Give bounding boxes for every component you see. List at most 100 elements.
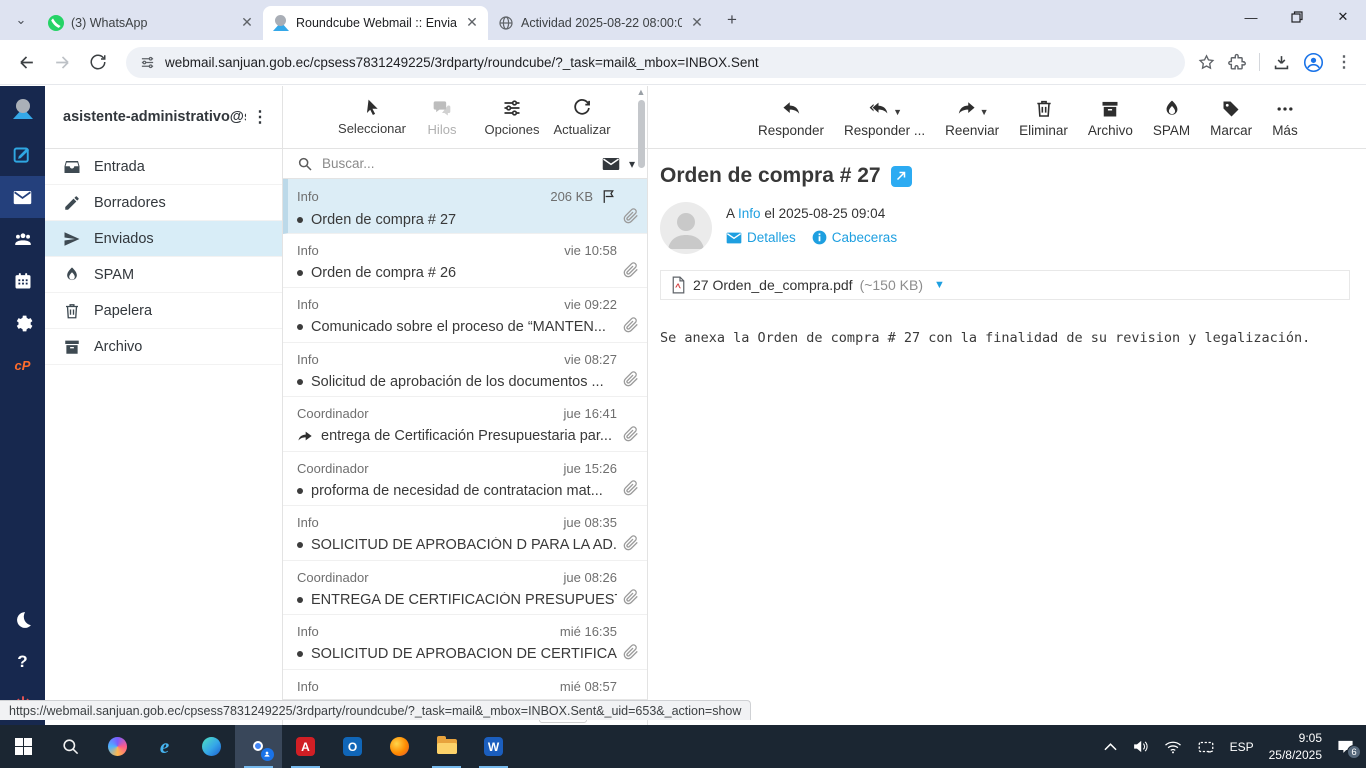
message-list-item[interactable]: Info 206 KB Orden de compra # 27 <box>283 179 647 234</box>
tab-search-button[interactable]: ⌄ <box>8 7 34 33</box>
list-scrollbar[interactable]: ▲ ▼ <box>636 87 646 724</box>
minimize-button[interactable]: — <box>1228 0 1274 34</box>
message-list-item[interactable]: Info jue 08:35 SOLICITUD DE APROBACIÓN D… <box>283 506 647 561</box>
firefox-button[interactable] <box>376 725 423 768</box>
calendar-icon[interactable] <box>0 260 45 302</box>
delete-button[interactable]: Eliminar <box>1009 97 1078 138</box>
folder-enviados[interactable]: Enviados <box>45 221 282 257</box>
open-in-new-window-icon[interactable] <box>890 165 912 187</box>
folder-borradores[interactable]: Borradores <box>45 185 282 221</box>
reply-all-button[interactable]: ▼ Responder ... <box>834 97 935 138</box>
attachment-dropdown-icon[interactable]: ▼ <box>934 279 945 291</box>
notification-center-button[interactable]: 6 <box>1337 739 1361 759</box>
tab-whatsapp[interactable]: (3) WhatsApp ✕ <box>38 6 263 40</box>
message-list-item[interactable]: Info vie 09:22 Comunicado sobre el proce… <box>283 288 647 343</box>
tab-close-icon[interactable]: ✕ <box>689 15 705 31</box>
compose-icon[interactable] <box>0 134 45 176</box>
recipient-link[interactable]: Info <box>738 206 761 221</box>
new-tab-button[interactable]: + <box>719 7 745 33</box>
select-button[interactable]: Seleccionar <box>338 98 406 136</box>
bookmark-star-icon[interactable] <box>1197 53 1216 72</box>
tab-close-icon[interactable]: ✕ <box>464 15 480 31</box>
language-indicator[interactable]: ESP <box>1230 740 1254 754</box>
message-list-item[interactable]: Info vie 08:27 Solicitud de aprobación d… <box>283 343 647 397</box>
file-explorer-button[interactable] <box>423 725 470 768</box>
scrollbar-thumb[interactable] <box>637 100 645 168</box>
scope-envelope-icon[interactable] <box>602 157 620 171</box>
help-icon[interactable]: ? <box>0 641 45 683</box>
volume-icon[interactable] <box>1132 739 1149 754</box>
refresh-button[interactable]: Actualizar <box>549 98 615 137</box>
cast-display-icon[interactable] <box>1197 740 1215 754</box>
attachment-row[interactable]: 27 Orden_de_compra.pdf (~150 KB) ▼ <box>660 270 1350 300</box>
downloads-icon[interactable] <box>1272 53 1291 72</box>
details-link[interactable]: Detalles <box>726 230 796 245</box>
message-list-item[interactable]: Coordinador jue 16:41 entrega de Certifi… <box>283 397 647 452</box>
outlook-button[interactable]: O <box>329 725 376 768</box>
search-input[interactable] <box>322 156 593 171</box>
roundcube-logo-icon[interactable] <box>0 86 45 134</box>
internet-explorer-button[interactable]: e <box>141 725 188 768</box>
search-bar: ▾ <box>283 149 647 179</box>
mail-icon[interactable] <box>0 176 45 218</box>
word-button[interactable]: W <box>470 725 517 768</box>
settings-gear-icon[interactable] <box>0 302 45 344</box>
edge-button[interactable] <box>188 725 235 768</box>
unread-dot-icon <box>297 324 303 330</box>
tab-roundcube[interactable]: Roundcube Webmail :: Enviados ✕ <box>263 6 488 40</box>
headers-link[interactable]: Cabeceras <box>812 230 897 245</box>
search-options-chevron-icon[interactable]: ▾ <box>629 157 635 171</box>
reply-all-dropdown-icon[interactable]: ▼ <box>893 107 902 117</box>
copilot-button[interactable] <box>94 725 141 768</box>
spam-button[interactable]: SPAM <box>1143 97 1200 138</box>
forward-button[interactable]: ▼ Reenviar <box>935 97 1009 138</box>
site-settings-icon[interactable] <box>140 55 155 70</box>
chrome-button[interactable] <box>235 725 282 768</box>
dark-mode-moon-icon[interactable] <box>0 599 45 641</box>
extensions-icon[interactable] <box>1228 53 1247 72</box>
start-button[interactable] <box>0 725 47 768</box>
close-button[interactable]: ✕ <box>1320 0 1366 34</box>
folder-papelera[interactable]: Papelera <box>45 293 282 329</box>
message-subject: proforma de necesidad de contratacion ma… <box>311 482 603 499</box>
tray-chevron-icon[interactable] <box>1103 742 1117 751</box>
profile-icon[interactable] <box>1303 52 1324 73</box>
message-list-item[interactable]: Info mié 16:35 SOLICITUD DE APROBACION D… <box>283 615 647 670</box>
acrobat-button[interactable]: A <box>282 725 329 768</box>
cpanel-icon[interactable]: cP <box>0 344 45 386</box>
account-menu-kebab-icon[interactable]: ⋮ <box>246 107 274 127</box>
message-list-item[interactable]: Coordinador jue 15:26 proforma de necesi… <box>283 452 647 506</box>
options-button[interactable]: Opciones <box>479 98 545 137</box>
taskbar-search-button[interactable] <box>47 725 94 768</box>
forward-button[interactable] <box>46 46 78 78</box>
wifi-icon[interactable] <box>1164 740 1182 754</box>
folder-pane: asistente-administrativo@sa... ⋮ Entrada… <box>45 86 283 725</box>
attachment-name[interactable]: 27 Orden_de_compra.pdf <box>693 277 853 293</box>
taskbar-clock[interactable]: 9:05 25/8/2025 <box>1269 730 1322 762</box>
more-button[interactable]: Más <box>1262 97 1308 138</box>
url-text[interactable]: webmail.sanjuan.gob.ec/cpsess7831249225/… <box>165 55 759 70</box>
message-list-item[interactable]: Info vie 10:58 Orden de compra # 26 <box>283 234 647 288</box>
contacts-icon[interactable] <box>0 218 45 260</box>
folder-entrada[interactable]: Entrada <box>45 149 282 185</box>
edge-icon <box>202 737 221 756</box>
menu-kebab-icon[interactable]: ⋮ <box>1336 52 1352 72</box>
tab-close-icon[interactable]: ✕ <box>239 15 255 31</box>
browser-toolbar: webmail.sanjuan.gob.ec/cpsess7831249225/… <box>0 40 1366 85</box>
restore-button[interactable] <box>1274 0 1320 34</box>
forward-icon <box>958 101 975 114</box>
scroll-up-icon[interactable]: ▲ <box>637 87 646 97</box>
back-button[interactable] <box>10 46 42 78</box>
mark-button[interactable]: Marcar <box>1200 97 1262 138</box>
message-list-item[interactable]: Coordinador jue 08:26 ENTREGA DE CERTIFI… <box>283 561 647 615</box>
archive-button[interactable]: Archivo <box>1078 97 1143 138</box>
url-bar[interactable]: webmail.sanjuan.gob.ec/cpsess7831249225/… <box>126 46 1185 78</box>
folder-spam[interactable]: SPAM <box>45 257 282 293</box>
folder-archivo[interactable]: Archivo <box>45 329 282 365</box>
flag-icon[interactable] <box>600 188 617 205</box>
threads-button[interactable]: Hilos <box>409 98 475 137</box>
forward-dropdown-icon[interactable]: ▼ <box>980 107 989 117</box>
tab-actividad[interactable]: Actividad 2025-08-22 08:00:00 ✕ <box>488 6 713 40</box>
reload-button[interactable] <box>82 46 114 78</box>
reply-button[interactable]: Responder <box>748 97 834 138</box>
